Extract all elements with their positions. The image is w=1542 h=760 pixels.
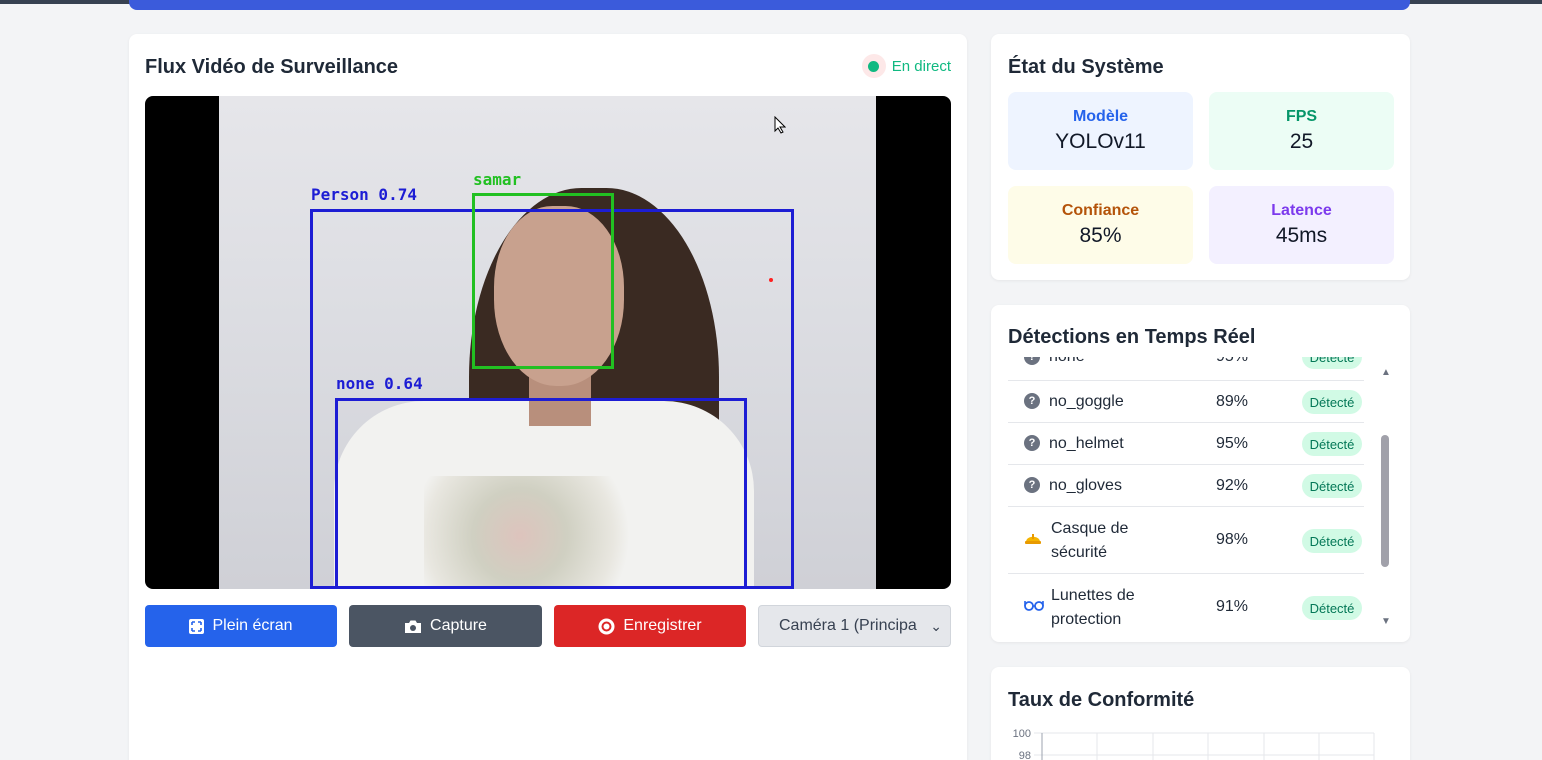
- video-controls: Plein écran Capture Enregistrer Caméra 1…: [145, 605, 951, 647]
- system-status-title: État du Système: [1008, 56, 1164, 78]
- video-feed[interactable]: Person 0.74 samar none 0.64: [145, 96, 951, 589]
- fullscreen-button[interactable]: Plein écran: [145, 605, 337, 647]
- tile-model-label: Modèle: [1072, 108, 1129, 125]
- y-tick-label: 98: [1019, 750, 1031, 760]
- tile-fps-value: 25: [1289, 130, 1314, 153]
- y-tick-label: 100: [1013, 728, 1031, 740]
- detections-list[interactable]: ? none 95% Détecté ? no_goggle 89% Détec…: [1008, 357, 1364, 629]
- camera-frame: Person 0.74 samar none 0.64: [219, 96, 876, 589]
- scroll-down-icon[interactable]: ▼: [1381, 616, 1391, 627]
- live-label: En direct: [891, 57, 951, 75]
- list-item: ? no_helmet 95% Détecté: [1008, 423, 1364, 465]
- tile-fps: FPS 25: [1209, 92, 1394, 170]
- list-item: Casque de sécurité 98% Détecté: [1008, 507, 1364, 574]
- red-marker: [769, 278, 773, 282]
- fullscreen-label: Plein écran: [212, 617, 293, 634]
- tile-confidence: Confiance 85%: [1008, 186, 1193, 264]
- glasses-icon: [1024, 598, 1044, 616]
- scroll-up-icon[interactable]: ▲: [1381, 367, 1391, 378]
- video-panel-title: Flux Vidéo de Surveillance: [145, 56, 399, 78]
- detection-label-none: none 0.64: [336, 374, 423, 393]
- question-icon: ?: [1024, 393, 1040, 409]
- compliance-chart: 100 98: [1013, 728, 1375, 760]
- live-indicator: En direct: [861, 54, 951, 78]
- capture-button[interactable]: Capture: [349, 605, 542, 647]
- helmet-icon: [1024, 531, 1042, 550]
- detections-scrollbar[interactable]: ▲ ▼: [1379, 367, 1391, 627]
- compliance-panel: Taux de Conformité 100 98: [991, 667, 1410, 760]
- question-icon: ?: [1024, 477, 1040, 493]
- question-icon: ?: [1024, 435, 1040, 451]
- question-icon: ?: [1024, 357, 1040, 365]
- live-dot-icon: [861, 54, 886, 78]
- tile-fps-label: FPS: [1285, 108, 1318, 125]
- tile-latency-label: Latence: [1271, 202, 1332, 219]
- header-accent-bar: [129, 0, 1410, 10]
- camera-icon: [405, 620, 422, 633]
- status-badge: Détecté: [1302, 432, 1362, 456]
- scroll-thumb[interactable]: [1381, 435, 1389, 567]
- tile-model-value: YOLOv11: [1055, 130, 1146, 153]
- record-label: Enregistrer: [623, 617, 702, 634]
- list-item: Lunettes de protection 91% Détecté: [1008, 574, 1364, 629]
- tile-latency: Latence 45ms: [1209, 186, 1394, 264]
- detections-panel: Détections en Temps Réel ? none 95% Déte…: [991, 305, 1410, 642]
- status-badge: Détecté: [1302, 596, 1362, 620]
- detection-label-face: samar: [473, 170, 522, 189]
- detection-label-person: Person 0.74: [311, 185, 417, 204]
- mouse-cursor-icon: [774, 115, 787, 139]
- detections-title: Détections en Temps Réel: [1008, 326, 1256, 348]
- camera-select[interactable]: Caméra 1 (Principa ⌄: [758, 605, 951, 647]
- record-button[interactable]: Enregistrer: [554, 605, 746, 647]
- tile-confidence-label: Confiance: [1061, 202, 1140, 219]
- tile-confidence-value: 85%: [1079, 224, 1122, 247]
- record-icon: [598, 618, 615, 634]
- list-item: ? no_gloves 92% Détecté: [1008, 465, 1364, 507]
- list-item: ? no_goggle 89% Détecté: [1008, 381, 1364, 423]
- tile-latency-value: 45ms: [1275, 224, 1328, 247]
- chevron-down-icon: ⌄: [930, 618, 942, 634]
- video-panel: Flux Vidéo de Surveillance En direct Per…: [129, 34, 967, 760]
- expand-icon: [189, 618, 205, 634]
- list-item: ? none 95% Détecté: [1008, 357, 1364, 381]
- detection-box-none: [335, 398, 747, 589]
- status-badge: Détecté: [1302, 357, 1362, 369]
- tile-model: Modèle YOLOv11: [1008, 92, 1193, 170]
- compliance-title: Taux de Conformité: [1008, 689, 1195, 711]
- camera-select-value: Caméra 1 (Principa: [779, 617, 917, 634]
- status-badge: Détecté: [1302, 529, 1362, 553]
- status-badge: Détecté: [1302, 474, 1362, 498]
- detection-box-face: [472, 193, 614, 369]
- capture-label: Capture: [430, 617, 487, 634]
- system-status-panel: État du Système Modèle YOLOv11 FPS 25 Co…: [991, 34, 1410, 280]
- status-badge: Détecté: [1302, 390, 1362, 414]
